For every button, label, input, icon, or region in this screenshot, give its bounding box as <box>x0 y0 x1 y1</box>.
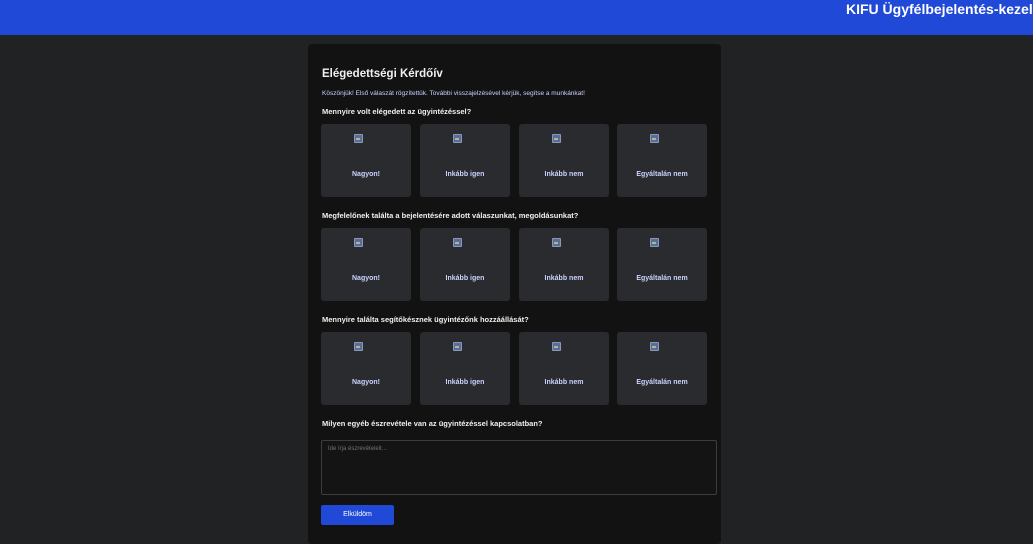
broken-image-icon <box>453 342 462 351</box>
broken-image-icon <box>650 134 659 143</box>
question-2-options: Nagyon! Inkább igen Inkább nem Egyáltalá… <box>321 228 707 301</box>
option-card-nagyon[interactable]: Nagyon! <box>321 228 411 301</box>
question-2-text: Megfelelőnek találta a bejelentésére ado… <box>322 211 579 220</box>
option-label: Egyáltalán nem <box>636 275 688 282</box>
question-3-options: Nagyon! Inkább igen Inkább nem Egyáltalá… <box>321 332 707 405</box>
option-card-inkabb-nem[interactable]: Inkább nem <box>519 228 609 301</box>
question-1-text: Mennyire volt elégedett az ügyintézéssel… <box>322 107 472 116</box>
broken-image-icon <box>354 134 363 143</box>
option-label: Egyáltalán nem <box>636 171 688 178</box>
option-card-egyaltalan-nem[interactable]: Egyáltalán nem <box>617 124 707 197</box>
option-card-egyaltalan-nem[interactable]: Egyáltalán nem <box>617 228 707 301</box>
option-card-inkabb-nem[interactable]: Inkább nem <box>519 332 609 405</box>
option-label: Inkább igen <box>445 275 485 282</box>
broken-image-icon <box>552 238 561 247</box>
survey-intro: Köszönjük! Első válaszát rögzítettük. To… <box>322 90 585 97</box>
option-label: Inkább nem <box>544 171 584 178</box>
option-label: Nagyon! <box>352 275 380 282</box>
submit-button[interactable]: Elküldöm <box>321 505 394 525</box>
broken-image-icon <box>552 342 561 351</box>
option-label: Inkább nem <box>544 379 584 386</box>
option-card-egyaltalan-nem[interactable]: Egyáltalán nem <box>617 332 707 405</box>
broken-image-icon <box>650 238 659 247</box>
option-label: Egyáltalán nem <box>636 379 688 386</box>
top-bar: KIFU Ügyfélbejelentés-kezelő <box>0 0 1033 35</box>
broken-image-icon <box>354 238 363 247</box>
question-1-options: Nagyon! Inkább igen Inkább nem Egyáltalá… <box>321 124 707 197</box>
broken-image-icon <box>552 134 561 143</box>
broken-image-icon <box>354 342 363 351</box>
option-label: Inkább igen <box>445 171 485 178</box>
broken-image-icon <box>453 238 462 247</box>
comment-textarea[interactable]: Ide írja észrevételeit... <box>321 440 717 495</box>
question-3-text: Mennyire találta segítőkésznek ügyintéző… <box>322 315 529 324</box>
option-label: Nagyon! <box>352 379 380 386</box>
option-label: Nagyon! <box>352 171 380 178</box>
option-card-inkabb-igen[interactable]: Inkább igen <box>420 228 510 301</box>
broken-image-icon <box>650 342 659 351</box>
option-card-inkabb-igen[interactable]: Inkább igen <box>420 332 510 405</box>
comment-question: Milyen egyéb észrevétele van az ügyintéz… <box>322 419 543 428</box>
option-card-nagyon[interactable]: Nagyon! <box>321 332 411 405</box>
app-title: KIFU Ügyfélbejelentés-kezelő <box>846 1 1033 17</box>
survey-title: Elégedettségi Kérdőív <box>322 68 443 80</box>
option-card-nagyon[interactable]: Nagyon! <box>321 124 411 197</box>
option-label: Inkább igen <box>445 379 485 386</box>
option-card-inkabb-igen[interactable]: Inkább igen <box>420 124 510 197</box>
broken-image-icon <box>453 134 462 143</box>
option-card-inkabb-nem[interactable]: Inkább nem <box>519 124 609 197</box>
option-label: Inkább nem <box>544 275 584 282</box>
survey-panel: Elégedettségi Kérdőív Köszönjük! Első vá… <box>308 44 721 544</box>
